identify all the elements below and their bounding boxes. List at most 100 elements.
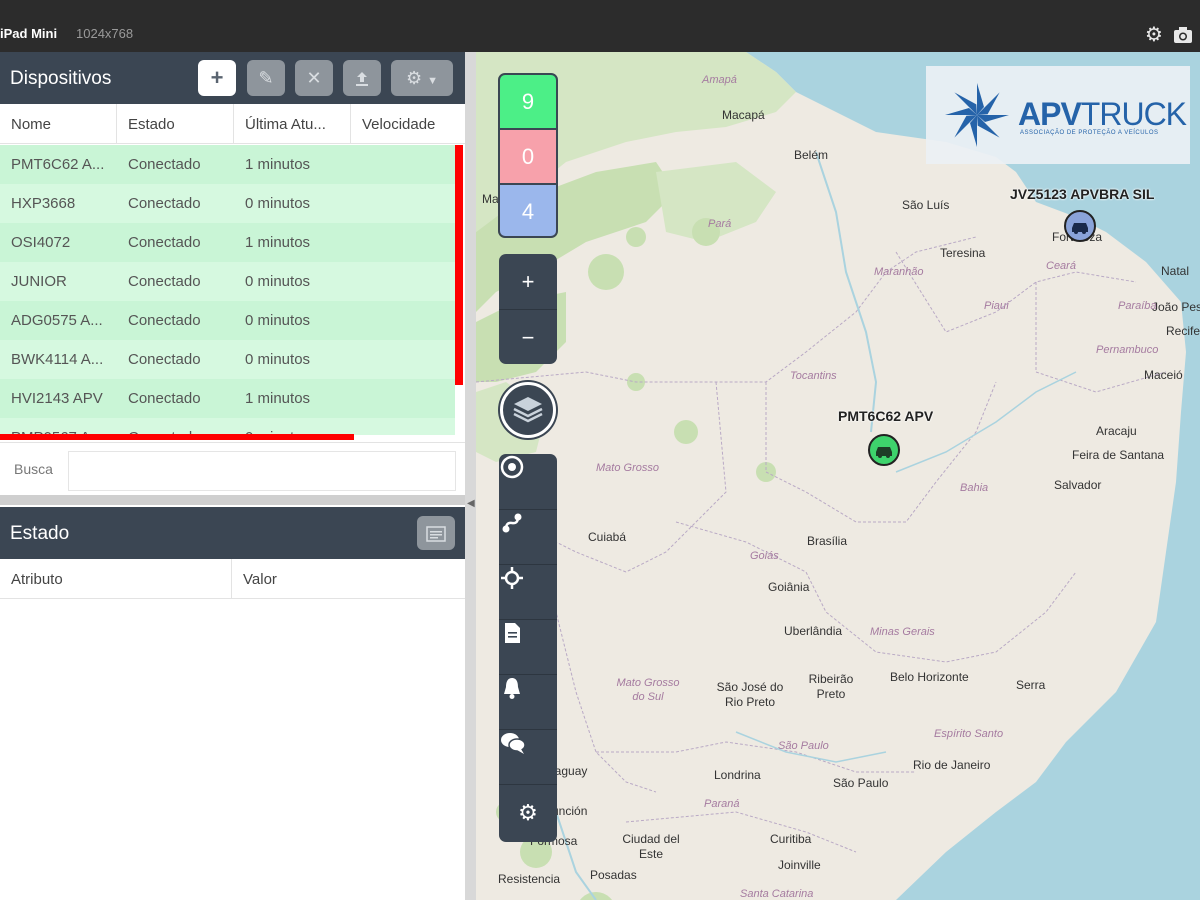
horizontal-scrollbar[interactable] (0, 434, 354, 440)
device-state-cell: Conectado (128, 195, 201, 212)
city-label: São Paulo (833, 776, 889, 790)
table-row[interactable]: HXP3668 Conectado 0 minutos (0, 184, 455, 223)
column-header[interactable]: Atributo (0, 559, 232, 599)
city-label: Goiânia (768, 580, 810, 594)
settings-menu-button[interactable]: ⚙ ▼ (391, 60, 453, 96)
table-row[interactable]: PMT6C62 A... Conectado 1 minutos (0, 145, 455, 184)
zoom-in-button[interactable]: + (499, 254, 557, 309)
plus-icon: + (210, 65, 224, 90)
search-row: Busca (0, 442, 465, 494)
state-label: Santa Catarina (740, 888, 814, 900)
geofence-button[interactable] (499, 564, 557, 619)
table-row[interactable]: OSI4072 Conectado 1 minutos (0, 223, 455, 262)
camera-icon[interactable] (1172, 24, 1194, 46)
gear-icon: ⚙ (518, 800, 538, 825)
left-panel: Dispositivos + ✎ ✕ ⚙ ▼ Nome Estado Últim… (0, 52, 465, 900)
settings-button[interactable]: ⚙ (499, 784, 557, 839)
city-label: Brasília (807, 534, 848, 548)
gear-icon[interactable]: ⚙ (1143, 24, 1165, 46)
upload-button[interactable] (343, 60, 381, 96)
devices-table-body: PMT6C62 A... Conectado 1 minutos HXP3668… (0, 145, 465, 435)
column-header[interactable]: Estado (117, 104, 234, 144)
device-update-cell: 0 minutos (245, 312, 311, 329)
city-label: Maceió (1144, 368, 1183, 382)
details-button[interactable] (417, 516, 455, 550)
state-label: Tocantins (790, 370, 837, 382)
state-label: Pará (708, 218, 732, 230)
device-state-cell: Conectado (128, 273, 201, 290)
device-update-cell: 1 minutos (245, 390, 311, 407)
city-label: Ma (482, 192, 499, 206)
column-header[interactable]: Valor (232, 559, 465, 599)
table-row[interactable]: JUNIOR Conectado 0 minutos (0, 262, 455, 301)
device-state-cell: Conectado (128, 351, 201, 368)
panel-splitter[interactable] (0, 495, 465, 505)
device-name-cell: ADG0575 A... (11, 312, 103, 329)
commands-button[interactable] (499, 729, 557, 784)
city-label: Ciudad del Este (622, 832, 680, 861)
report-button[interactable] (499, 619, 557, 674)
state-label: Bahia (960, 482, 989, 494)
device-resolution: 1024x768 (76, 26, 134, 41)
device-update-cell: 0 minutos (245, 351, 311, 368)
device-update-cell: 1 minutos (245, 156, 311, 173)
report-icon (505, 623, 520, 643)
devices-title: Dispositivos (10, 68, 112, 89)
device-update-cell: 1 minutos (245, 234, 311, 251)
city-label: Feira de Santana (1072, 448, 1165, 462)
city-label: Serra (1016, 678, 1046, 692)
device-state-cell: Conectado (117, 418, 234, 435)
car-icon (1072, 223, 1088, 234)
route-icon (502, 513, 522, 533)
layers-button[interactable] (500, 382, 556, 438)
remove-button[interactable]: ✕ (295, 60, 333, 96)
online-count[interactable]: 9 (500, 75, 556, 128)
gear-icon: ⚙ (405, 68, 423, 88)
state-label: Mato Grosso (596, 462, 659, 474)
device-name-cell: PMT6C62 A... (11, 156, 105, 173)
column-header[interactable]: Nome (0, 104, 117, 144)
offline-count[interactable]: 0 (500, 130, 556, 183)
vertical-scrollbar[interactable] (455, 145, 463, 385)
route-button[interactable] (499, 509, 557, 564)
upload-icon (353, 68, 371, 88)
edit-button[interactable]: ✎ (247, 60, 285, 96)
device-speed-cell (351, 223, 455, 262)
device-toolbar: iPad Mini 1024x768 ⚙ (0, 0, 1200, 52)
table-row[interactable]: ADG0575 A... Conectado 0 minutos (0, 301, 455, 340)
state-label: Goiás (750, 550, 779, 562)
device-speed-cell (351, 184, 455, 223)
brand-logo: APVTRUCK ASSOCIAÇÃO DE PROTEÇÃO A VEÍCUL… (926, 66, 1190, 164)
search-input[interactable] (68, 451, 456, 491)
city-label: Posadas (590, 868, 637, 882)
locate-button[interactable] (499, 454, 557, 509)
column-header[interactable]: Velocidade (351, 104, 465, 144)
device-speed-cell (351, 262, 455, 301)
device-name: iPad Mini (0, 26, 58, 41)
vehicle-marker[interactable] (1064, 210, 1096, 242)
state-header: Estado (0, 507, 465, 559)
search-label: Busca (14, 461, 53, 477)
device-name-cell: HVI2143 APV (11, 390, 103, 407)
table-row[interactable]: HVI2143 APV Conectado 1 minutos (0, 379, 455, 418)
chevron-down-icon: ▼ (427, 75, 439, 87)
map-view[interactable]: Macapá Belém São Luís Teresina Fortaleza… (476, 52, 1200, 900)
unknown-count[interactable]: 4 (500, 185, 556, 236)
notifications-button[interactable] (499, 674, 557, 729)
crosshair-icon (501, 567, 523, 589)
vehicle-marker[interactable] (868, 434, 900, 466)
city-label: Salvador (1054, 478, 1102, 492)
close-icon: ✕ (306, 68, 322, 88)
add-button[interactable]: + (198, 60, 236, 96)
collapse-arrow-icon[interactable]: ◀ (467, 498, 475, 509)
panel-divider[interactable]: ◀ (465, 52, 476, 900)
city-label: Aracaju (1096, 424, 1137, 438)
table-row[interactable]: BWK4114 A... Conectado 0 minutos (0, 340, 455, 379)
chat-icon (501, 733, 526, 754)
table-row[interactable]: PMP0567 A... Conectado 0 minutos (0, 418, 455, 435)
city-label: Joinville (778, 858, 821, 872)
device-name-cell: PMP0567 A... (0, 418, 117, 435)
zoom-out-button[interactable]: − (499, 309, 557, 364)
column-header[interactable]: Última Atu... (234, 104, 351, 144)
list-icon (426, 523, 446, 543)
